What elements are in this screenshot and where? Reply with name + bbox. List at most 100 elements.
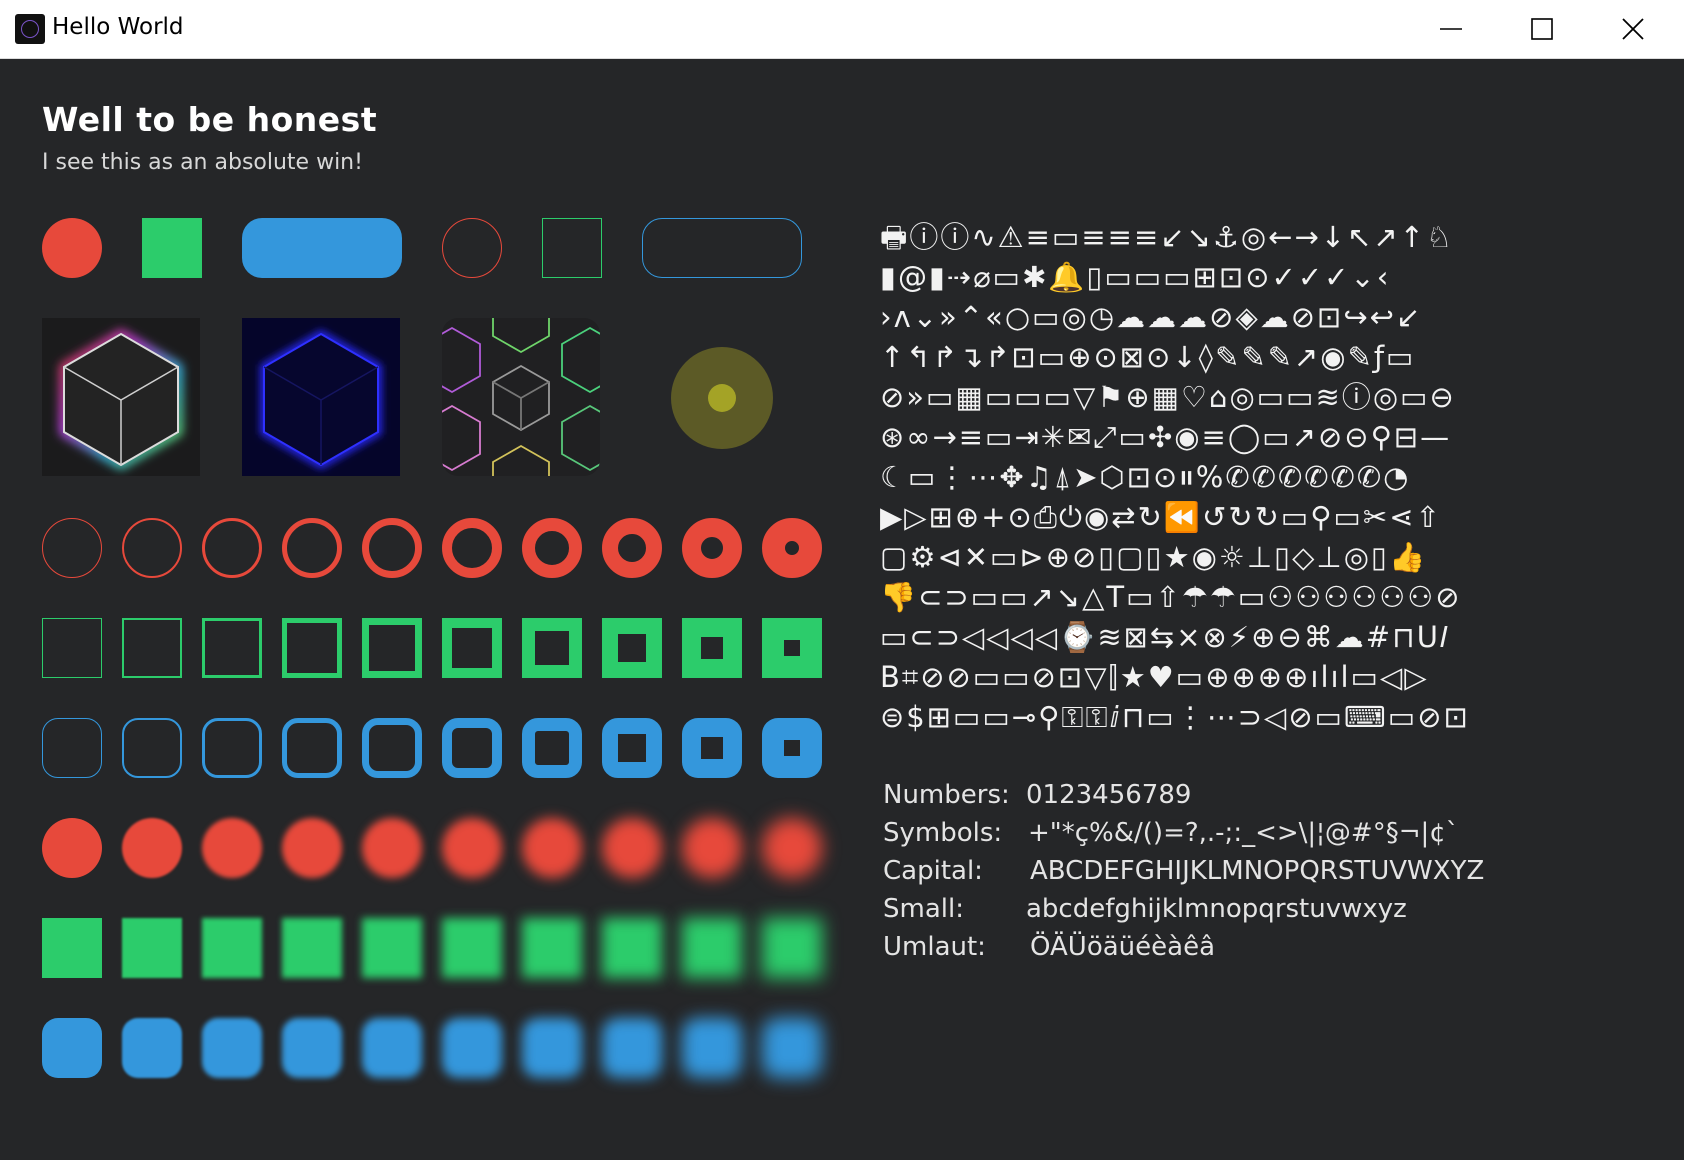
- blue-rounded-frame: [762, 718, 822, 778]
- red-blur-circle: [762, 818, 822, 878]
- blue-rounded-frame: [282, 718, 342, 778]
- blue-rounded-frame: [682, 718, 742, 778]
- red-blur-circle: [682, 818, 742, 878]
- blue-rounded-frame: [362, 718, 422, 778]
- red-blur-circle: [202, 818, 262, 878]
- main-content: Well to be honest I see this as an absol…: [0, 58, 1684, 1160]
- blue-rounded-frame: [522, 718, 582, 778]
- page-title: Well to be honest: [42, 100, 378, 139]
- blue-blur-rounded: [282, 1018, 342, 1078]
- close-icon: [1622, 18, 1644, 40]
- red-ring: [202, 518, 262, 578]
- green-square-frame: [442, 618, 502, 678]
- icon-row: ⊘»▭▦▭▭▭▽⚑⊕▦♡⌂◎▭▭≋ⓘ◎▭⊖: [880, 380, 1456, 414]
- blue-blur-rounded: [442, 1018, 502, 1078]
- red-circle: [42, 218, 102, 278]
- blue-pill-outline: [642, 218, 802, 278]
- icon-row: ⊜$⊞▭▭⊸⚲⚿⚿ⅈ⊓▭⋮⋯⊃◁⊘▭⌨▭⊘⊡: [880, 700, 1470, 734]
- green-square-frame: [282, 618, 342, 678]
- icon-row: ↑↰↱↴↱⊡▭⊕⊙⊠⊙↓◊✎✎✎↗◉✎ƒ▭: [880, 340, 1416, 374]
- icon-row: ☾▭⋮⋯✥♫⍋➤⬡⊡⊙⏸%✆✆✆✆✆✆◔: [880, 460, 1411, 494]
- blue-blur-rounded: [362, 1018, 422, 1078]
- blue-rounded-frame: [42, 718, 102, 778]
- icon-row: ▢⚙⊲✕▭⊳⊕⊘▯▢▯★◉☼⊥▯◇⊥◎▯👍: [880, 540, 1428, 574]
- green-square-frame: [42, 618, 102, 678]
- app-logo-icon: [15, 14, 45, 44]
- capital-value: ABCDEFGHIJKLMNOPQRSTUVWXYZ: [1030, 856, 1485, 886]
- minimize-button[interactable]: [1406, 0, 1496, 58]
- icon-row: 👎⊂⊃▭▭↗↘△T▭⇧☂☂▭⚇⚇⚇⚇⚇⚇⊘: [880, 580, 1462, 614]
- red-ring: [522, 518, 582, 578]
- blue-blur-rounded: [522, 1018, 582, 1078]
- cube-rgb-glow-image: [42, 318, 200, 476]
- hexagon-pattern-icon: [442, 318, 600, 476]
- red-ring: [762, 518, 822, 578]
- small-value: abcdefghijklmnopqrstuvwxyz: [1026, 894, 1407, 924]
- maximize-button[interactable]: [1497, 0, 1587, 58]
- numbers-label: Numbers:: [883, 780, 1010, 810]
- red-blur-circle: [362, 818, 422, 878]
- red-blur-circle: [442, 818, 502, 878]
- icon-row: ›ʌ⌄»⌃«○▭◎◷☁☁☁⊘◈☁⊘⊡↪↩↙: [880, 300, 1423, 334]
- red-blur-circle: [602, 818, 662, 878]
- red-ring: [682, 518, 742, 578]
- icon-row: ▮@▮⇢⌀▭✱🔔▯▭▭▭⊞⊡⊙✓✓✓⌄‹: [880, 260, 1391, 294]
- green-square-frame: [202, 618, 262, 678]
- symbols-value: +"*ç%&/()=?,.-;:_<>\|¦@#°§¬|¢`: [1028, 818, 1459, 848]
- green-blur-square: [522, 918, 582, 978]
- green-square-frame: [602, 618, 662, 678]
- red-blur-circle: [522, 818, 582, 878]
- symbols-label: Symbols:: [883, 818, 1003, 848]
- green-blur-square: [202, 918, 262, 978]
- umlaut-value: ÖÄÜöäüéèàêâ: [1030, 932, 1215, 962]
- green-square-frame: [762, 618, 822, 678]
- green-blur-square: [122, 918, 182, 978]
- blue-blur-rounded: [122, 1018, 182, 1078]
- maximize-icon: [1531, 18, 1553, 40]
- red-blur-circle: [282, 818, 342, 878]
- blue-blur-rounded: [762, 1018, 822, 1078]
- red-ring: [122, 518, 182, 578]
- olive-center-dot: [708, 384, 736, 412]
- window-title: Hello World: [52, 14, 184, 40]
- blue-blur-rounded: [682, 1018, 742, 1078]
- cube-icon: [60, 329, 182, 470]
- red-blur-circle: [42, 818, 102, 878]
- red-ring: [362, 518, 422, 578]
- green-blur-square: [42, 918, 102, 978]
- close-button[interactable]: [1588, 0, 1678, 58]
- icon-row: 🖶ⓘⓘ∿⚠≡▭≡≡≡↙↘⚓◎←→↓↖↗↑♘: [880, 220, 1454, 254]
- green-square-frame: [522, 618, 582, 678]
- icon-row: B⌗⊘⊘▭▭⊘⊡▽⫿★♥▭⊕⊕⊕⊕ılıl▭◁▷: [880, 660, 1429, 694]
- blue-blur-rounded: [202, 1018, 262, 1078]
- green-blur-square: [602, 918, 662, 978]
- page-subtitle: I see this as an absolute win!: [42, 150, 363, 175]
- red-ring: [282, 518, 342, 578]
- blue-rounded-frame: [442, 718, 502, 778]
- icon-row: ▭⊂⊃◁◁◁◁⌚≋⊠⇆×⊗⚡⊕⊖⌘☁#⊓U𝐼: [880, 620, 1450, 654]
- red-ring: [42, 518, 102, 578]
- green-blur-square: [282, 918, 342, 978]
- green-square-frame: [682, 618, 742, 678]
- green-square-outline: [542, 218, 602, 278]
- green-blur-square: [442, 918, 502, 978]
- minimize-icon: [1440, 28, 1462, 30]
- capital-label: Capital:: [883, 856, 983, 886]
- green-blur-square: [362, 918, 422, 978]
- green-blur-square: [762, 918, 822, 978]
- cube-icon: [260, 329, 382, 470]
- umlaut-label: Umlaut:: [883, 932, 986, 962]
- numbers-value: 0123456789: [1026, 780, 1192, 810]
- small-label: Small:: [883, 894, 964, 924]
- green-blur-square: [682, 918, 742, 978]
- cube-blue-glow-image: [242, 318, 400, 476]
- green-square-frame: [122, 618, 182, 678]
- blue-blur-rounded: [602, 1018, 662, 1078]
- blue-pill: [242, 218, 402, 278]
- title-bar[interactable]: Hello World: [0, 0, 1684, 59]
- red-ring: [602, 518, 662, 578]
- blue-rounded-frame: [602, 718, 662, 778]
- red-ring: [442, 518, 502, 578]
- green-square: [142, 218, 202, 278]
- blue-rounded-frame: [122, 718, 182, 778]
